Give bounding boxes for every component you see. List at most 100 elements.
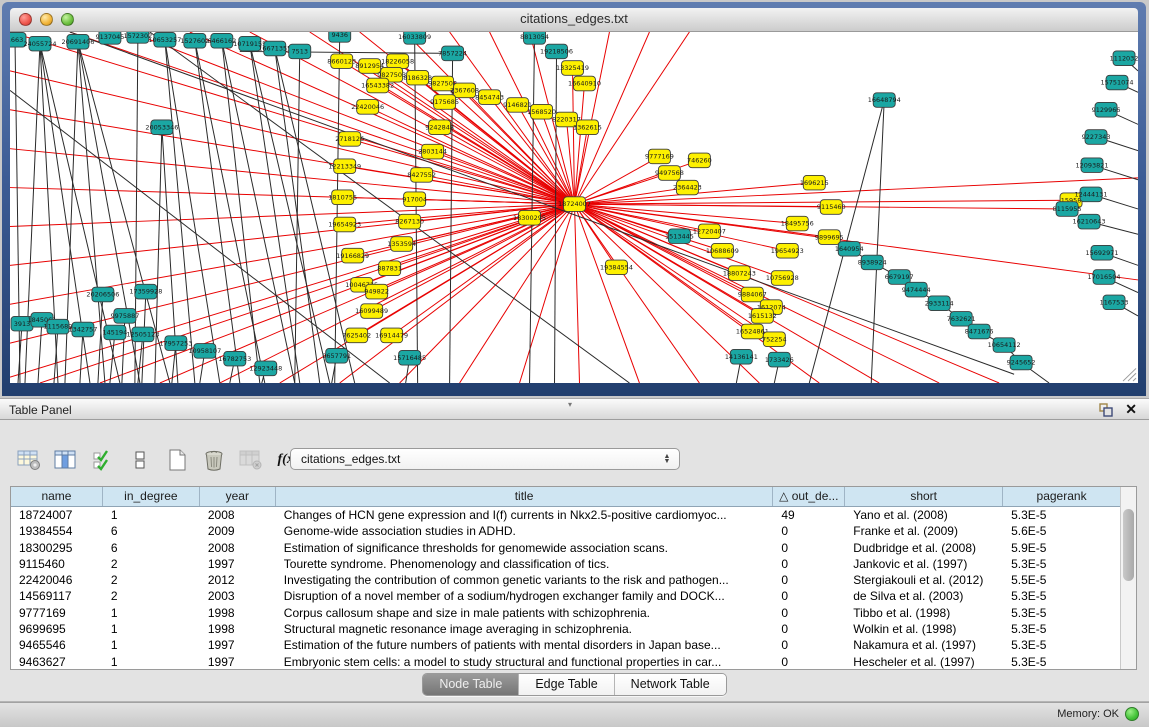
tab-network-table[interactable]: Network Table — [615, 674, 726, 695]
column-header-in_degree[interactable]: in_degree — [103, 487, 200, 506]
table-row[interactable]: 1938455462009Genome-wide association stu… — [11, 523, 1120, 539]
network-node[interactable]: 16033809 — [398, 32, 431, 44]
network-node[interactable]: 1527602 — [180, 33, 209, 48]
network-node[interactable]: 2718126 — [335, 132, 364, 147]
network-node[interactable]: 13325419 — [556, 61, 589, 76]
network-node[interactable]: 9474444 — [902, 282, 931, 297]
column-header-name[interactable]: name — [11, 487, 103, 506]
network-node[interactable]: 19654923 — [771, 243, 804, 258]
network-node[interactable]: 1640954 — [835, 242, 864, 257]
scrollbar-thumb[interactable] — [1123, 509, 1134, 581]
network-node[interactable]: 9242848 — [425, 120, 454, 135]
network-node[interactable]: 12093821 — [1076, 158, 1109, 173]
table-row[interactable]: 1872400712008Changes of HCN gene express… — [11, 507, 1120, 523]
column-header-short[interactable]: short — [845, 487, 1003, 506]
close-panel-icon[interactable]: ✕ — [1125, 401, 1137, 418]
network-node[interactable]: 16782753 — [218, 351, 251, 366]
tab-edge-table[interactable]: Edge Table — [519, 674, 614, 695]
network-node[interactable]: 8813054 — [520, 32, 549, 44]
table-row[interactable]: 2242004622012Investigating the contribut… — [11, 572, 1120, 588]
network-node[interactable]: 2803144 — [418, 144, 447, 159]
show-columns-button[interactable] — [53, 447, 79, 473]
network-node[interactable]: 1112032 — [1110, 51, 1138, 66]
network-node[interactable]: 1615132 — [748, 309, 777, 324]
network-node[interactable]: 12213349 — [328, 159, 361, 174]
network-node[interactable]: 9436 — [329, 32, 351, 42]
table-row[interactable]: 1456911722003Disruption of a novel membe… — [11, 588, 1120, 604]
splitter-handle-icon[interactable]: ▾ — [568, 400, 572, 409]
table-row[interactable]: 969969511998Structural magnetic resonanc… — [11, 621, 1120, 637]
network-node[interactable]: 1513445 — [665, 229, 694, 244]
network-node[interactable]: 8660123 — [327, 54, 356, 69]
network-node[interactable]: 9115460 — [817, 200, 846, 215]
network-node[interactable]: 9129966 — [1092, 102, 1121, 117]
network-node[interactable]: 16914479 — [375, 328, 408, 343]
network-node[interactable]: 746260 — [687, 153, 712, 168]
table-row[interactable]: 946554611997Estimation of the future num… — [11, 637, 1120, 653]
row-height-button[interactable] — [127, 447, 153, 473]
network-node[interactable]: 10958107 — [188, 344, 221, 359]
network-node[interactable]: 9137045 — [95, 32, 124, 44]
network-node[interactable]: 1810755 — [328, 190, 357, 205]
network-node[interactable]: 19384554 — [600, 260, 633, 275]
network-node[interactable]: 2364423 — [673, 180, 702, 195]
network-node[interactable]: 16210643 — [1073, 214, 1106, 229]
network-node[interactable]: 9175685 — [430, 95, 459, 110]
table-row[interactable]: 911546021997Tourette syndrome. Phenomeno… — [11, 556, 1120, 572]
table-scrollbar[interactable] — [1120, 487, 1136, 669]
network-node[interactable]: 752254 — [762, 332, 787, 347]
network-node[interactable]: 1353594 — [387, 237, 416, 252]
network-node[interactable]: 8427552 — [407, 168, 436, 183]
network-node[interactable]: 19654923 — [328, 217, 361, 232]
network-node[interactable]: 1362615 — [573, 120, 602, 135]
network-node[interactable]: 1167533 — [1100, 295, 1129, 310]
column-header-pagerank[interactable]: pagerank — [1003, 487, 1120, 506]
network-node[interactable]: 7625402 — [342, 328, 371, 343]
network-node[interactable]: 9227343 — [1082, 130, 1111, 145]
float-panel-icon[interactable] — [1099, 403, 1113, 417]
network-node[interactable]: 8267130 — [395, 214, 424, 229]
table-selector-dropdown[interactable]: citations_edges.txt ▲▼ — [290, 448, 680, 470]
network-node[interactable]: 7857224 — [438, 46, 467, 61]
network-node[interactable]: 9777169 — [645, 149, 674, 164]
network-node[interactable]: 1733426 — [765, 352, 794, 367]
column-header-year[interactable]: year — [200, 487, 276, 506]
delete-column-button[interactable] — [201, 447, 227, 473]
network-node[interactable]: 8454743 — [475, 90, 504, 105]
network-node[interactable]: 9657791 — [322, 348, 351, 363]
network-node[interactable]: 15716485 — [393, 350, 426, 365]
network-node[interactable]: 8115955 — [1053, 202, 1082, 217]
network-node[interactable]: 10756928 — [766, 271, 799, 286]
table-row[interactable]: 977716911998Corpus callosum shape and si… — [11, 605, 1120, 621]
network-node[interactable]: 18495756 — [781, 216, 814, 231]
table-row[interactable]: 1830029562008Estimation of significance … — [11, 540, 1120, 556]
network-node[interactable]: 145194 — [103, 325, 128, 340]
network-node[interactable]: 7513 — [289, 44, 311, 59]
network-node[interactable]: 24055724 — [23, 36, 56, 51]
tab-node-table[interactable]: Node Table — [423, 674, 519, 695]
network-node[interactable]: 917004 — [402, 192, 427, 207]
create-column-button[interactable] — [164, 447, 190, 473]
select-columns-button[interactable] — [90, 447, 116, 473]
column-header-out_degree[interactable]: △ out_de... — [773, 487, 845, 506]
network-node[interactable]: 949822 — [364, 284, 389, 299]
column-header-title[interactable]: title — [276, 487, 774, 506]
network-node[interactable]: 9497568 — [655, 166, 684, 181]
network-node[interactable]: 2933114 — [925, 296, 954, 311]
network-node[interactable]: 15692971 — [1086, 245, 1119, 260]
network-node[interactable]: 8938924 — [858, 255, 887, 270]
network-view[interactable]: 1872400786601238912954182260589827503165… — [10, 32, 1138, 383]
network-node[interactable]: 1696215 — [800, 175, 829, 190]
network-node[interactable]: 9975887 — [110, 309, 139, 324]
table-row[interactable]: 946362711997Embryonic stem cells: a mode… — [11, 654, 1120, 669]
network-node[interactable]: 10688609 — [706, 243, 739, 258]
network-node[interactable]: 12923448 — [249, 361, 282, 376]
network-node[interactable]: 1342757 — [69, 322, 98, 337]
network-node[interactable]: 14136141 — [725, 349, 758, 364]
network-node[interactable]: 18226058 — [381, 54, 414, 69]
network-canvas[interactable]: 1872400786601238912954182260589827503165… — [10, 32, 1138, 383]
network-node[interactable]: 10654112 — [988, 338, 1021, 353]
resize-grip-icon[interactable] — [1123, 368, 1136, 381]
network-node[interactable]: 9245652 — [1007, 355, 1036, 370]
network-node[interactable]: 19166829 — [336, 248, 369, 263]
